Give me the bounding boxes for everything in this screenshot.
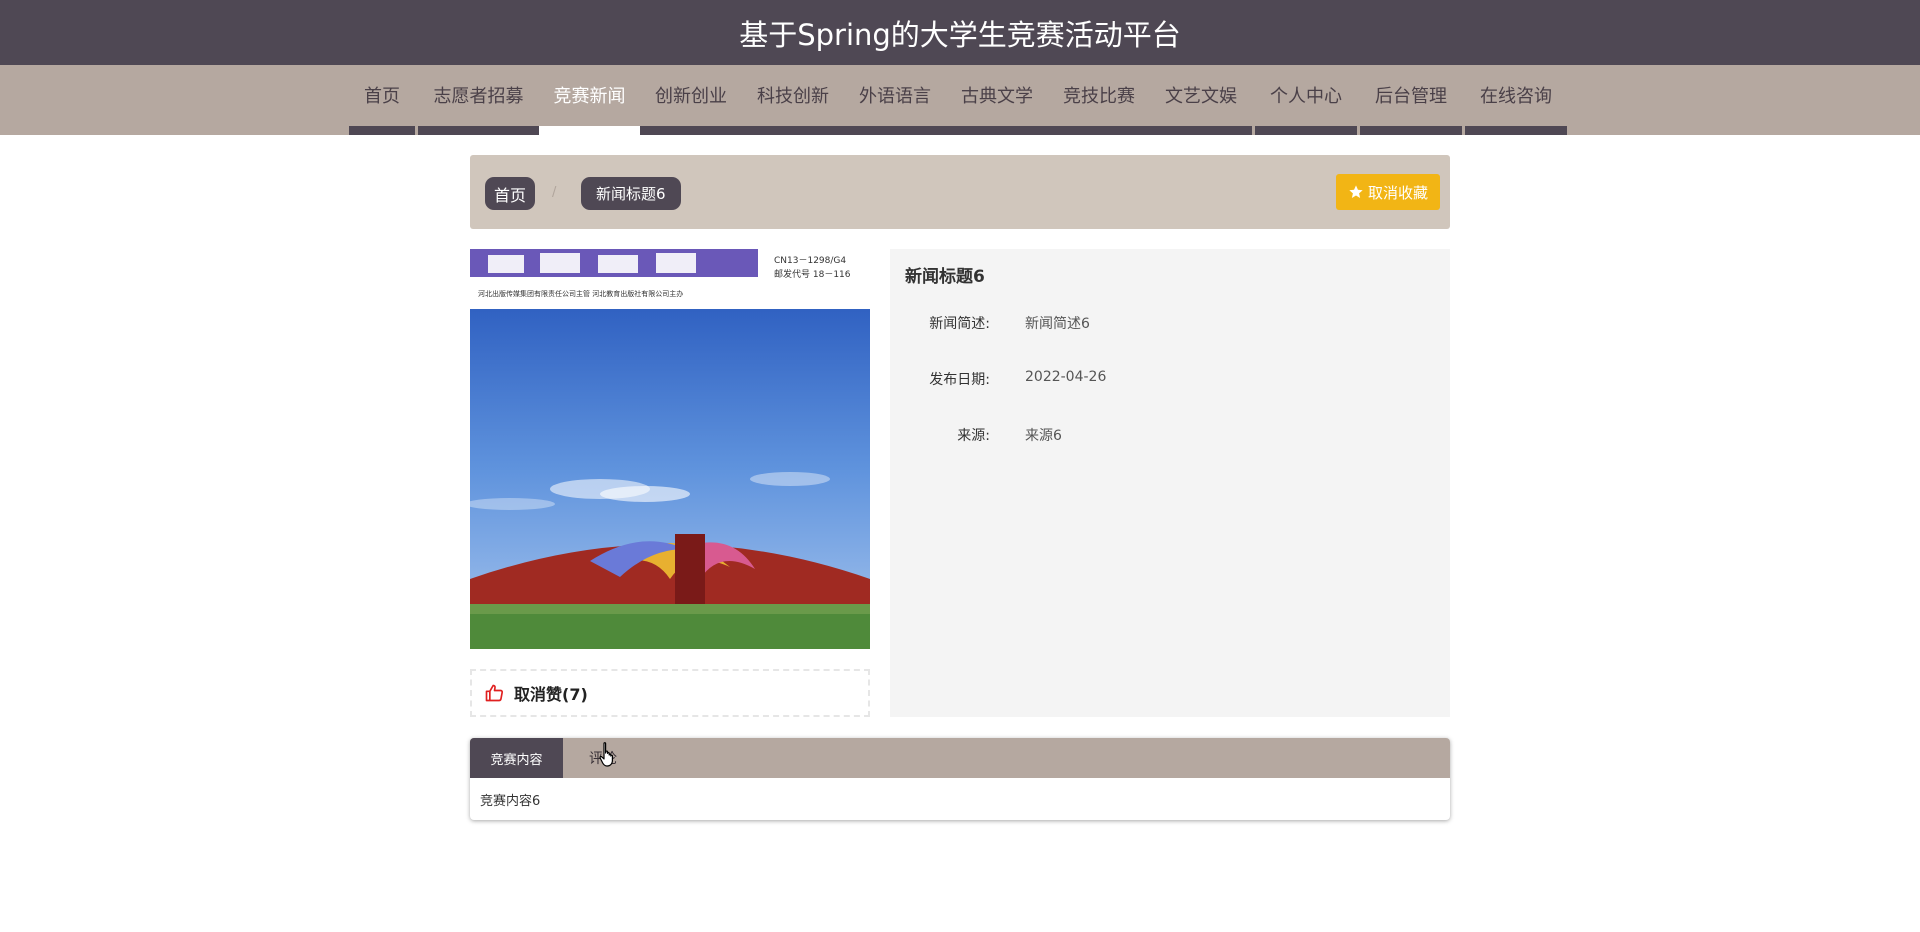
- tab-comments[interactable]: 评论: [563, 738, 643, 778]
- nav-label: 志愿者招募: [433, 86, 524, 107]
- nav-item-news[interactable]: 竞赛新闻: [539, 65, 640, 135]
- cover-publisher-line: 河北出版传媒集团有限责任公司主管 河北教育出版社有限公司主办: [478, 290, 684, 298]
- nav-item-literature[interactable]: 古典文学: [946, 65, 1048, 135]
- nav-item-technology[interactable]: 科技创新: [742, 65, 844, 135]
- nav-item-competition[interactable]: 竞技比赛: [1048, 65, 1150, 135]
- content-tabs: 竞赛内容 评论 竞赛内容6: [470, 738, 1450, 820]
- tab-content: 竞赛内容6: [480, 794, 541, 809]
- detail-value: 新闻简述6: [1025, 316, 1090, 332]
- detail-value: 来源6: [1025, 428, 1062, 444]
- nav-label: 在线咨询: [1480, 86, 1552, 107]
- nav-label: 竞赛新闻: [553, 86, 626, 107]
- star-icon: [1349, 185, 1363, 198]
- unfavorite-label: 取消收藏: [1367, 184, 1428, 202]
- nav-label: 创新创业: [655, 86, 727, 107]
- thumb-up-icon: [485, 684, 504, 702]
- like-toggle[interactable]: 取消赞(7): [470, 669, 870, 717]
- nav-item-arts[interactable]: 文艺文娱: [1150, 65, 1252, 135]
- nav-label: 竞技比赛: [1063, 86, 1135, 107]
- cover-illustration: [470, 249, 870, 649]
- nav-label: 科技创新: [757, 86, 829, 107]
- cover-code-2: 邮发代号 18－116: [774, 270, 851, 280]
- detail-key: 新闻简述:: [929, 316, 990, 332]
- detail-key: 发布日期:: [929, 372, 990, 388]
- site-header: 基于Spring的大学生竞赛活动平台: [0, 0, 1920, 65]
- nav-item-admin[interactable]: 后台管理: [1360, 65, 1462, 135]
- news-title: 新闻标题6: [905, 267, 985, 287]
- nav-item-consult[interactable]: 在线咨询: [1465, 65, 1567, 135]
- nav-label: 首页: [364, 86, 400, 107]
- nav-item-volunteer[interactable]: 志愿者招募: [418, 65, 539, 135]
- detail-key: 来源:: [957, 428, 990, 444]
- nav-label: 古典文学: [961, 86, 1033, 107]
- tab-competition-content[interactable]: 竞赛内容: [470, 738, 563, 778]
- detail-row-date: 发布日期: 2022-04-26: [890, 369, 1450, 393]
- nav-item-innovation[interactable]: 创新创业: [640, 65, 742, 135]
- nav-label: 个人中心: [1270, 86, 1342, 107]
- breadcrumb-separator: /: [552, 185, 557, 200]
- nav-label: 外语语言: [859, 86, 931, 107]
- cover-code-1: CN13－1298/G4: [774, 256, 847, 266]
- nav-label: 后台管理: [1375, 86, 1447, 107]
- breadcrumb: 首页 / 新闻标题6 取消收藏: [470, 155, 1450, 229]
- breadcrumb-home-link[interactable]: 首页: [485, 177, 536, 210]
- main-nav: 首页 志愿者招募 竞赛新闻 创新创业 科技创新 外语语言 古典文学 竞技比赛 文…: [0, 65, 1920, 135]
- news-cover-image: CN13－1298/G4 邮发代号 18－116 河北出版传媒集团有限责任公司主…: [470, 249, 870, 649]
- nav-item-home[interactable]: 首页: [349, 65, 415, 135]
- nav-item-profile[interactable]: 个人中心: [1255, 65, 1357, 135]
- detail-row-summary: 新闻简述: 新闻简述6: [890, 313, 1450, 337]
- detail-row-source: 来源: 来源6: [890, 425, 1450, 449]
- nav-item-language[interactable]: 外语语言: [844, 65, 946, 135]
- site-title: 基于Spring的大学生竞赛活动平台: [739, 17, 1181, 52]
- unfavorite-button[interactable]: 取消收藏: [1335, 174, 1440, 210]
- breadcrumb-current: 新闻标题6: [581, 177, 681, 210]
- detail-value: 2022-04-26: [1025, 369, 1107, 385]
- news-detail-panel: 新闻标题6 新闻简述: 新闻简述6 发布日期: 2022-04-26 来源: 来…: [890, 249, 1450, 717]
- tabs-header: 竞赛内容 评论: [470, 738, 1450, 778]
- like-label: 取消赞(7): [514, 685, 588, 704]
- nav-label: 文艺文娱: [1165, 86, 1237, 107]
